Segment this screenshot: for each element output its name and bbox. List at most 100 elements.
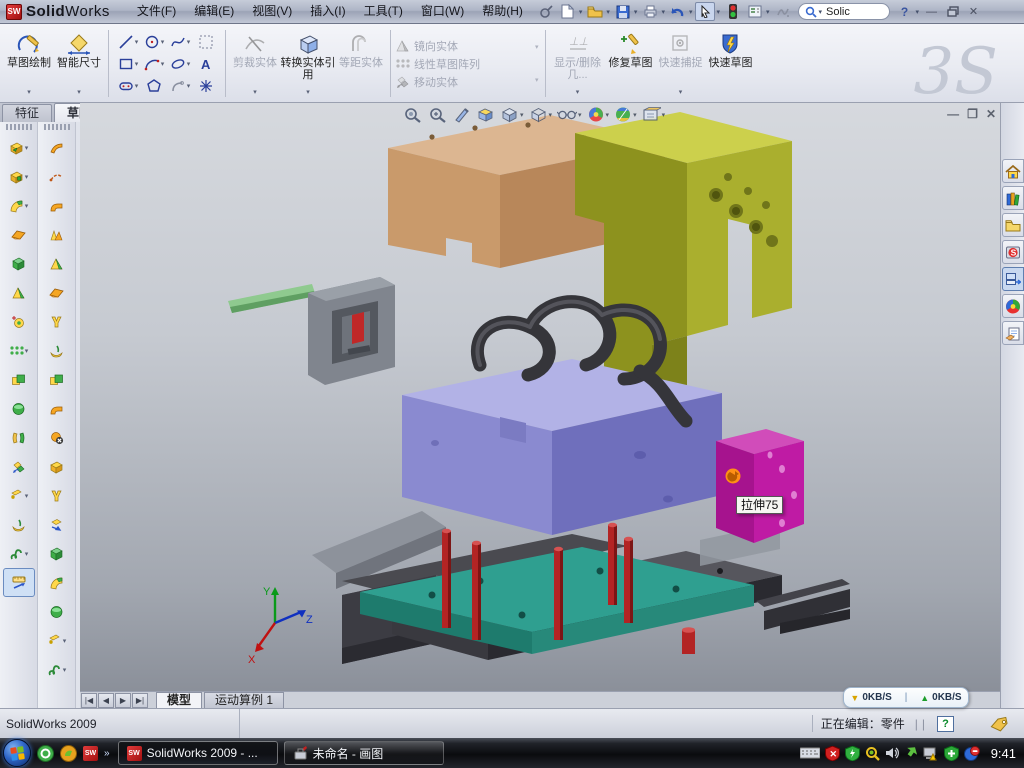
line-sketch-tool[interactable]: ▾ bbox=[115, 31, 141, 53]
keyboard-tray-icon[interactable] bbox=[800, 747, 820, 759]
toolbar-banana-button[interactable] bbox=[41, 336, 73, 365]
media-quicklaunch-icon[interactable] bbox=[60, 745, 77, 762]
toolbar-ystar-button[interactable]: ▾ bbox=[3, 481, 35, 510]
quicklaunch-more-chevron[interactable]: » bbox=[104, 748, 110, 759]
app-minimize-button[interactable]: — bbox=[922, 4, 941, 20]
toolbar-shellG-button[interactable] bbox=[3, 249, 35, 278]
trim-entities-button[interactable]: 剪裁实体▾ bbox=[230, 27, 280, 100]
doc-tab-运动算例 1[interactable]: 运动算例 1 bbox=[204, 692, 284, 708]
toolbar-extrudeA-button[interactable]: ▾ bbox=[3, 133, 35, 162]
apply-scene-icon[interactable]: ▾ bbox=[613, 105, 638, 124]
toolbar-arrowsB-button[interactable] bbox=[41, 510, 73, 539]
spline-sketch-tool[interactable]: ▾ bbox=[167, 31, 193, 53]
toolbar-fan-button[interactable] bbox=[41, 220, 73, 249]
solidworks-quicklaunch-icon[interactable]: SW bbox=[83, 746, 98, 761]
antivirus-shield-icon[interactable]: ✕ bbox=[825, 746, 840, 761]
toolbar-box-button[interactable] bbox=[41, 452, 73, 481]
messenger-quicklaunch-icon[interactable] bbox=[37, 745, 54, 762]
menu-7[interactable]: 帮助(H) bbox=[473, 0, 532, 23]
app-restore-button[interactable] bbox=[943, 4, 962, 20]
edit-appearance-icon[interactable]: ▾ bbox=[586, 105, 611, 124]
status-help-button[interactable]: ? bbox=[937, 716, 954, 732]
polygon-sketch-tool[interactable] bbox=[141, 75, 167, 97]
section-view-icon[interactable] bbox=[475, 105, 496, 124]
tab-nav-first[interactable]: |◀ bbox=[81, 693, 97, 708]
menu-3[interactable]: 视图(V) bbox=[243, 0, 301, 23]
toolbar-yshape-button[interactable] bbox=[41, 481, 73, 510]
taskbar-window-button[interactable]: SWSolidWorks 2009 - ... bbox=[118, 741, 278, 765]
menu-5[interactable]: 工具(T) bbox=[355, 0, 412, 23]
slot-sketch-tool[interactable]: ▾ bbox=[115, 75, 141, 97]
toolbar-sphereG-button[interactable] bbox=[3, 394, 35, 423]
menu-4[interactable]: 插入(I) bbox=[301, 0, 354, 23]
zoom-fit-icon[interactable] bbox=[402, 105, 424, 124]
section-tool-icon[interactable] bbox=[452, 105, 472, 124]
point-sketch-tool[interactable] bbox=[193, 75, 219, 97]
toolbar-ystar-button[interactable]: ▾ bbox=[41, 626, 73, 655]
toolbar-fillet-button[interactable] bbox=[41, 568, 73, 597]
rect-sketch-tool[interactable]: ▾ bbox=[115, 53, 141, 75]
toolbar-split-button[interactable] bbox=[3, 423, 35, 452]
search-360-tray-icon[interactable] bbox=[865, 746, 880, 761]
toolbar-shellG-button[interactable] bbox=[41, 539, 73, 568]
ribbon-list-线性草图阵列[interactable]: 线性草图阵列 bbox=[395, 56, 533, 72]
quick-snaps-button[interactable]: 快速捕捉▾ bbox=[656, 27, 706, 100]
3d-model[interactable]: Y Z X bbox=[80, 103, 1000, 708]
toolbar-banana-button[interactable] bbox=[3, 510, 35, 539]
smart-dimension-button[interactable]: 智能尺寸▾ bbox=[54, 27, 104, 100]
dashed-sketch-tool[interactable] bbox=[193, 31, 219, 53]
toolbar-combine-button[interactable] bbox=[3, 365, 35, 394]
view-orientation-icon[interactable]: ▾ bbox=[499, 105, 525, 124]
menu-1[interactable]: 文件(F) bbox=[128, 0, 185, 23]
zoom-area-icon[interactable] bbox=[427, 105, 449, 124]
repair-sketch-button[interactable]: 修复草图 bbox=[606, 27, 656, 100]
toolbar-squig-button[interactable]: ▾ bbox=[41, 655, 73, 684]
toolbar-cutloft-button[interactable] bbox=[41, 249, 73, 278]
open-file-icon[interactable] bbox=[585, 2, 605, 21]
textA-sketch-tool[interactable]: A bbox=[193, 53, 219, 75]
toolbar-dots-button[interactable]: ▾ bbox=[3, 336, 35, 365]
menu-2[interactable]: 编辑(E) bbox=[185, 0, 243, 23]
pin-icon[interactable] bbox=[536, 2, 556, 21]
toolbar-yshape-button[interactable] bbox=[41, 307, 73, 336]
toolbar-combine-button[interactable] bbox=[41, 365, 73, 394]
help-icon[interactable]: ? bbox=[895, 2, 915, 21]
rebuild-traffic-icon[interactable] bbox=[723, 2, 743, 21]
sketch-button[interactable]: 草图绘制▾ bbox=[4, 27, 54, 100]
toolbar-wizard-button[interactable] bbox=[3, 307, 35, 336]
display-delete-relations-button[interactable]: ⊥⊥ 显示/删除几...▾ bbox=[550, 27, 606, 100]
search-box[interactable]: ▾Solic bbox=[798, 3, 890, 20]
ellipse-sketch-tool[interactable]: ▾ bbox=[167, 53, 193, 75]
save-icon[interactable] bbox=[613, 2, 633, 21]
view-settings-icon[interactable]: ▾ bbox=[641, 105, 667, 124]
volume-tray-icon[interactable] bbox=[885, 746, 899, 760]
toolbar-elbow-button[interactable] bbox=[41, 394, 73, 423]
app-close-button[interactable]: ✕ bbox=[964, 4, 983, 20]
file-explorer-button[interactable] bbox=[1002, 213, 1024, 237]
doc-minimize-button[interactable]: — bbox=[947, 107, 959, 121]
health-shield-tray-icon[interactable] bbox=[944, 746, 959, 761]
toolbar-partline-button[interactable] bbox=[41, 162, 73, 191]
tab-nav-prev[interactable]: ◀ bbox=[98, 693, 114, 708]
offset-entities-button[interactable]: 等距实体 bbox=[336, 27, 386, 100]
graphics-area[interactable]: Y Z X ▾▾▾▾▾▾ — ❐ ✕ 拉伸75 |◀ ◀ ▶ ▶| 模型运动算例… bbox=[80, 103, 1000, 708]
network-warning-tray-icon[interactable]: ! bbox=[923, 746, 939, 761]
print-icon[interactable] bbox=[640, 2, 660, 21]
view-palette-button[interactable] bbox=[1002, 267, 1024, 291]
network-speed-widget[interactable]: ▼0KB/S | ▲0KB/S bbox=[843, 687, 969, 708]
toolbox-tab-button[interactable]: S bbox=[1002, 240, 1024, 264]
rapid-sketch-button[interactable]: 快速草图 bbox=[706, 27, 756, 100]
tag-icon[interactable] bbox=[988, 716, 1010, 732]
toolbar-elbow-button[interactable] bbox=[41, 191, 73, 220]
toolbar-sphereG-button[interactable] bbox=[41, 597, 73, 626]
start-button[interactable] bbox=[3, 739, 31, 767]
update-ball-tray-icon[interactable] bbox=[964, 746, 980, 761]
tab-nav-next[interactable]: ▶ bbox=[115, 693, 131, 708]
toolbar-swoosh-button[interactable] bbox=[41, 133, 73, 162]
doc-close-button[interactable]: ✕ bbox=[986, 107, 996, 121]
ribbon-list-移动实体[interactable]: 移动实体 bbox=[395, 74, 533, 90]
new-file-icon[interactable] bbox=[558, 2, 578, 21]
toolbar-surface-button[interactable] bbox=[41, 278, 73, 307]
toolbar-extrudeB-button[interactable]: ▾ bbox=[3, 162, 35, 191]
toolbar-squig-button[interactable]: ▾ bbox=[3, 539, 35, 568]
